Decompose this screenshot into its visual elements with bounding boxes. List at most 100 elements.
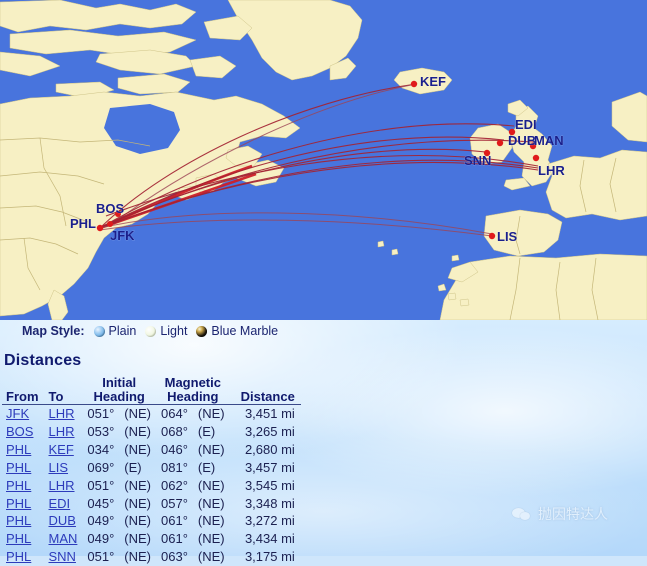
- city-label-snn: SNN: [464, 153, 491, 168]
- cell-from-link[interactable]: PHL: [6, 496, 31, 511]
- map-style-option-plain-label: Plain: [108, 324, 137, 338]
- cell-to-link[interactable]: MAN: [49, 531, 78, 546]
- cell-to-link[interactable]: LHR: [49, 406, 75, 421]
- table-row: BOS LHR 053° (NE) 068° (E) 3,265 mi: [2, 423, 301, 441]
- distances-heading: Distances: [4, 352, 82, 369]
- cell-from-link[interactable]: BOS: [6, 424, 33, 439]
- cell-initial-card: (NE): [124, 442, 151, 457]
- cell-to[interactable]: LIS: [45, 459, 84, 477]
- page-root: KEF EDI DUB MAN SNN LHR LIS BOS PHL JFK …: [0, 0, 647, 564]
- cell-initial-deg: 051°: [87, 477, 115, 493]
- cell-from-link[interactable]: PHL: [6, 478, 31, 493]
- city-label-lhr: LHR: [538, 163, 565, 178]
- cell-from-link[interactable]: PHL: [6, 460, 31, 475]
- cell-distance: 2,680 mi: [244, 442, 295, 457]
- column-header-from: From: [2, 376, 45, 406]
- cell-to[interactable]: LHR: [45, 423, 84, 441]
- cell-distance: 3,451 mi: [244, 406, 295, 422]
- table-row: PHL LHR 051° (NE) 062° (NE) 3,545 mi: [2, 477, 301, 495]
- cell-to-link[interactable]: KEF: [49, 442, 74, 457]
- cell-initial-card: (NE): [124, 513, 151, 529]
- cell-to-link[interactable]: LHR: [49, 424, 75, 439]
- cell-magnetic-deg: 081°: [161, 459, 188, 475]
- cell-initial-deg: 069°: [87, 459, 115, 475]
- cell-magnetic-card: (E): [197, 424, 216, 440]
- cell-from-link[interactable]: PHL: [6, 549, 31, 564]
- map-style-option-light-label: Light: [160, 324, 188, 338]
- map-style-label: Map Style:: [22, 324, 85, 338]
- cell-magnetic-card: (NE): [197, 513, 225, 529]
- cell-initial-deg: 051°: [87, 406, 115, 422]
- map-style-option-plain[interactable]: Plain: [93, 324, 137, 338]
- distances-table-header-row: From To Initial Heading Magnetic Heading…: [2, 376, 301, 406]
- cell-magnetic-deg: 063°: [161, 549, 188, 565]
- map-style-option-light[interactable]: Light: [145, 324, 187, 338]
- cell-to[interactable]: DUB: [45, 512, 84, 530]
- great-circle-map[interactable]: KEF EDI DUB MAN SNN LHR LIS BOS PHL JFK: [0, 0, 647, 320]
- table-row: PHL LIS 069° (E) 081° (E) 3,457 mi: [2, 459, 301, 477]
- cell-initial-deg: 049°: [87, 531, 115, 547]
- cell-to[interactable]: LHR: [45, 477, 84, 495]
- cell-initial-card: (NE): [124, 477, 151, 493]
- cell-to[interactable]: EDI: [45, 495, 84, 513]
- globe-light-icon: [145, 325, 157, 337]
- cell-from[interactable]: PHL: [2, 441, 45, 459]
- city-dot-lhr: [532, 154, 540, 162]
- cell-initial-deg: 051°: [87, 549, 115, 565]
- cell-to-link[interactable]: LIS: [49, 460, 69, 475]
- cell-from[interactable]: BOS: [2, 423, 45, 441]
- cell-from[interactable]: PHL: [2, 459, 45, 477]
- cell-from-link[interactable]: PHL: [6, 442, 31, 457]
- cell-from[interactable]: PHL: [2, 512, 45, 530]
- city-label-bos: BOS: [96, 201, 125, 216]
- table-row: JFK LHR 051° (NE) 064° (NE) 3,451 mi: [2, 405, 301, 423]
- cell-from[interactable]: PHL: [2, 495, 45, 513]
- table-row: PHL KEF 034° (NE) 046° (NE) 2,680 mi: [2, 441, 301, 459]
- table-row: PHL MAN 049° (NE) 061° (NE) 3,434 mi: [2, 530, 301, 548]
- cell-magnetic-card: (NE): [197, 549, 225, 565]
- wechat-icon: [512, 507, 531, 522]
- city-label-jfk: JFK: [110, 228, 135, 243]
- cell-to-link[interactable]: EDI: [49, 496, 71, 511]
- cell-to-link[interactable]: SNN: [49, 549, 76, 564]
- cell-initial-card: (NE): [124, 531, 151, 547]
- cell-magnetic-card: (NE): [197, 495, 225, 511]
- cell-magnetic-card: (NE): [197, 477, 225, 493]
- cell-magnetic-deg: 057°: [161, 495, 188, 511]
- cell-from-link[interactable]: JFK: [6, 406, 29, 421]
- cell-from[interactable]: PHL: [2, 530, 45, 548]
- cell-from[interactable]: PHL: [2, 477, 45, 495]
- city-dot-jfk: [107, 221, 113, 227]
- cell-from[interactable]: JFK: [2, 405, 45, 423]
- cell-distance: 3,265 mi: [244, 424, 295, 440]
- cell-initial-deg: 045°: [87, 495, 115, 511]
- cell-to[interactable]: LHR: [45, 405, 84, 423]
- city-label-phl: PHL: [70, 216, 96, 231]
- cell-initial-deg: 049°: [87, 513, 115, 529]
- cell-from-link[interactable]: PHL: [6, 531, 31, 546]
- cell-from-link[interactable]: PHL: [6, 513, 31, 528]
- cell-magnetic-card: (NE): [197, 442, 225, 457]
- city-dot-kef: [410, 80, 418, 88]
- cell-magnetic-card: (NE): [197, 531, 225, 547]
- city-label-dub: DUB: [508, 133, 536, 148]
- cell-from[interactable]: PHL: [2, 548, 45, 566]
- column-header-initial-heading: Initial Heading: [83, 376, 157, 406]
- map-style-option-blue-marble[interactable]: Blue Marble: [196, 324, 278, 338]
- cell-to-link[interactable]: LHR: [49, 478, 75, 493]
- cell-distance: 3,457 mi: [244, 459, 295, 475]
- cell-initial-card: (NE): [124, 495, 151, 511]
- cell-to-link[interactable]: DUB: [49, 513, 76, 528]
- globe-plain-icon: [93, 325, 105, 337]
- distances-table: From To Initial Heading Magnetic Heading…: [2, 376, 301, 566]
- cell-to[interactable]: KEF: [45, 441, 84, 459]
- cell-magnetic-deg: 068°: [161, 424, 188, 440]
- column-header-distance: Distance: [230, 376, 301, 406]
- table-row: PHL EDI 045° (NE) 057° (NE) 3,348 mi: [2, 495, 301, 513]
- cell-magnetic-deg: 062°: [161, 477, 188, 493]
- cell-to[interactable]: MAN: [45, 530, 84, 548]
- cell-distance: 3,434 mi: [244, 531, 295, 547]
- city-label-lis: LIS: [497, 229, 518, 244]
- cell-to[interactable]: SNN: [45, 548, 84, 566]
- city-label-man: MAN: [534, 133, 564, 148]
